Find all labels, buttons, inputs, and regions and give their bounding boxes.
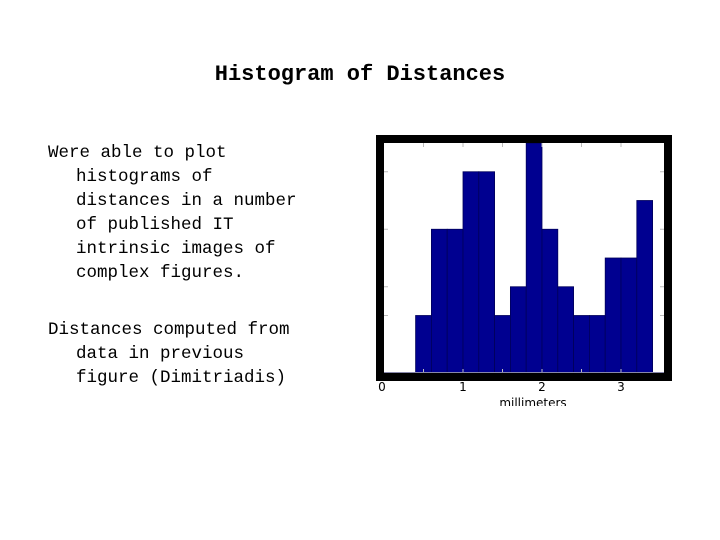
histogram-chart: 0 1 2 3 millimeters xyxy=(376,135,672,406)
x-tick-labels: 0 1 2 3 xyxy=(378,380,625,394)
slide-title: Histogram of Distances xyxy=(214,62,506,87)
paragraph-1: Were able to plot histograms of distance… xyxy=(48,141,348,285)
histogram-bar xyxy=(446,228,464,374)
paragraph-2: Distances computed from data in previous… xyxy=(48,318,348,390)
histogram-bar xyxy=(431,228,448,374)
histogram-bar xyxy=(604,257,622,374)
paragraph-1-text: Were able to plot histograms of distance… xyxy=(48,143,297,283)
x-tick-label: 1 xyxy=(459,380,467,394)
histogram-bar xyxy=(636,200,653,374)
paragraph-2-text: Distances computed from data in previous… xyxy=(48,320,290,388)
histogram-bar xyxy=(509,286,527,374)
histogram-bar xyxy=(620,257,638,374)
x-tick-label: 3 xyxy=(617,380,625,394)
histogram-bar xyxy=(588,315,606,374)
x-tick-label: 0 xyxy=(378,380,386,394)
x-tick-label: 2 xyxy=(538,380,546,394)
x-axis-label: millimeters xyxy=(499,396,566,406)
histogram-bar xyxy=(462,171,480,374)
histogram-bar xyxy=(525,142,543,374)
histogram-bar xyxy=(557,286,575,374)
histogram-bar xyxy=(415,315,432,374)
histogram-bar xyxy=(478,171,496,374)
histogram-bar xyxy=(541,228,559,374)
histogram-bar xyxy=(573,315,590,374)
histogram-bar xyxy=(494,315,511,374)
